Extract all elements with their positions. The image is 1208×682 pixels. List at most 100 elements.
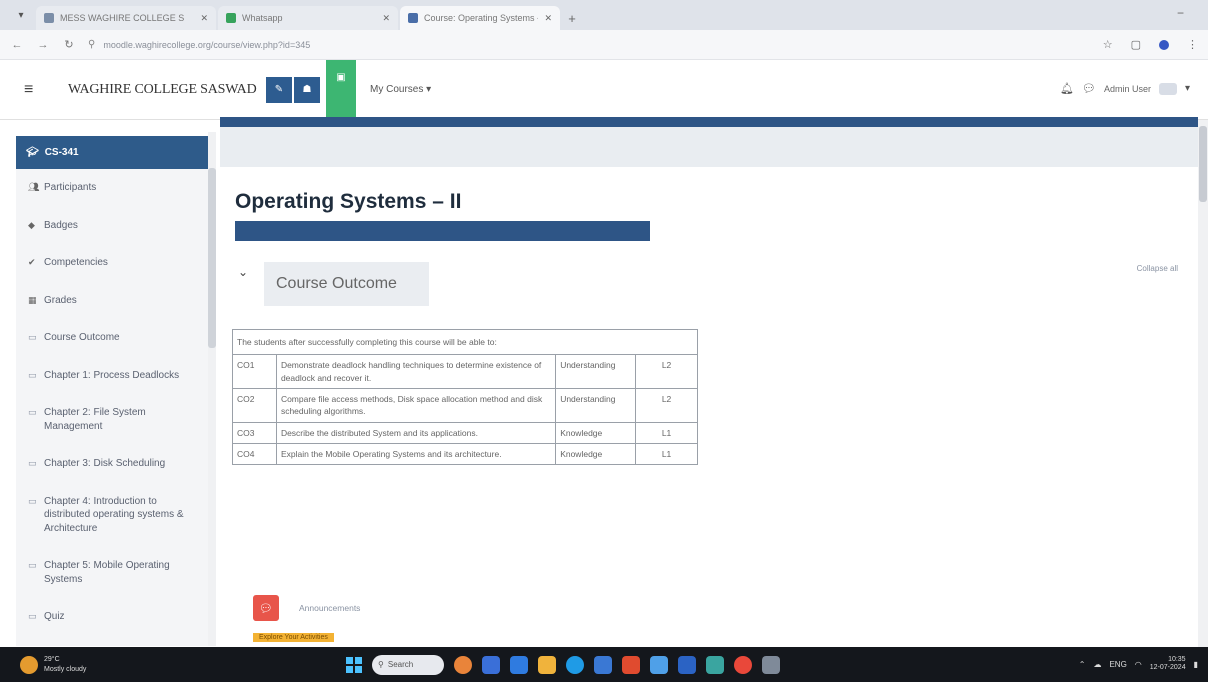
close-tab-icon[interactable]: ✕ bbox=[200, 13, 208, 24]
url-text: moodle.waghirecollege.org/course/view.ph… bbox=[103, 39, 311, 50]
sidebar-item-grades[interactable]: ▦ Grades bbox=[16, 286, 216, 316]
outcome-description: Explain the Mobile Operating Systems and… bbox=[275, 442, 557, 466]
avatar[interactable] bbox=[1158, 82, 1177, 95]
table-row: CO1 Demonstrate deadlock handling techni… bbox=[232, 354, 698, 389]
sidebar-item-chapter-2[interactable]: ▭ Chapter 2: File System Management bbox=[16, 398, 216, 441]
forward-icon[interactable]: → bbox=[36, 39, 50, 51]
messages-icon[interactable]: 💬︎ bbox=[1082, 82, 1096, 95]
url-field[interactable]: ⚲ moodle.waghirecollege.org/course/view.… bbox=[88, 35, 1091, 55]
weather-icon bbox=[20, 655, 38, 674]
file-explorer-icon[interactable] bbox=[510, 655, 528, 674]
search-icon: ⚲ bbox=[378, 660, 384, 669]
forum-icon[interactable]: 💬︎ bbox=[253, 595, 279, 621]
tab-favicon-icon bbox=[44, 13, 54, 23]
collapse-all-link[interactable]: Collapse all bbox=[1137, 264, 1178, 273]
site-info-icon[interactable]: ⚲ bbox=[88, 39, 95, 50]
windows-start-icon[interactable] bbox=[346, 656, 362, 673]
word-icon[interactable] bbox=[678, 655, 696, 674]
folder-icon: ▭ bbox=[28, 369, 37, 380]
sidebar-item-participants[interactable]: 👥︎ Participants bbox=[16, 173, 216, 203]
site-name[interactable]: WAGHIRE COLLEGE SASWAD bbox=[68, 82, 263, 98]
site-navbar: ≡ WAGHIRE COLLEGE SASWAD ✎ ☗ ▣ My Course… bbox=[0, 59, 1208, 120]
minimize-window-button[interactable]: − bbox=[1177, 6, 1184, 20]
drawer-toggle-icon[interactable]: ≡ bbox=[24, 81, 60, 99]
sidebar-item-badges[interactable]: ◆ Badges bbox=[16, 211, 216, 241]
sidepanel-icon[interactable]: ▢ bbox=[1131, 38, 1141, 51]
browser-tab-1[interactable]: MESS WAGHIRE COLLEGE S ✕ bbox=[36, 6, 216, 30]
task-view-icon[interactable] bbox=[482, 655, 500, 674]
notification-bell-icon[interactable]: 🔔︎ bbox=[1060, 82, 1074, 95]
sidebar-item-label: Chapter 1: Process Deadlocks bbox=[44, 369, 180, 381]
app-icon[interactable] bbox=[762, 655, 780, 674]
sidebar-item-label: Course Outcome bbox=[44, 332, 120, 343]
my-courses-menu[interactable]: My Courses ▾ bbox=[370, 84, 431, 95]
tab-list-icon[interactable]: ▾ bbox=[10, 4, 32, 26]
folder-icon: ▭ bbox=[28, 611, 37, 621]
section-title[interactable]: Course Outcome bbox=[264, 262, 429, 306]
sidebar-item-course-outcome[interactable]: ▭ Course Outcome bbox=[16, 323, 216, 353]
language-indicator[interactable]: ENG bbox=[1109, 660, 1126, 669]
outcome-code: CO2 bbox=[232, 387, 277, 423]
back-icon[interactable]: ← bbox=[10, 39, 24, 51]
sidebar-item-chapter-3[interactable]: ▭ Chapter 3: Disk Scheduling bbox=[16, 449, 216, 479]
user-name[interactable]: Admin User bbox=[1104, 84, 1151, 94]
copilot-icon[interactable] bbox=[454, 655, 472, 674]
weather-widget[interactable]: 29°C Mostly cloudy bbox=[20, 655, 320, 674]
chevron-up-icon[interactable]: ⌃ bbox=[1079, 660, 1086, 669]
settings-icon[interactable] bbox=[650, 655, 668, 674]
edge-icon[interactable] bbox=[566, 655, 584, 674]
user-menu-chevron-icon[interactable]: ▾ bbox=[1185, 83, 1190, 94]
network-icon[interactable]: ☁ bbox=[1093, 660, 1101, 669]
header-blue-strip bbox=[220, 117, 1198, 127]
chevron-down-icon[interactable]: ⌄ bbox=[238, 265, 248, 279]
page-header-band bbox=[220, 127, 1198, 167]
table-row: The students after successfully completi… bbox=[232, 328, 698, 356]
badge-icon: ◆ bbox=[28, 219, 35, 230]
outcome-level: Understanding bbox=[555, 354, 637, 389]
profile-icon[interactable] bbox=[1159, 39, 1169, 50]
activity-name[interactable]: Announcements bbox=[299, 603, 360, 613]
taskbar-search-input[interactable]: ⚲ Search bbox=[372, 654, 444, 675]
users-icon[interactable]: ☗ bbox=[294, 76, 320, 103]
office-icon[interactable] bbox=[622, 655, 640, 674]
folder-icon: ▭ bbox=[28, 458, 37, 468]
photos-icon[interactable] bbox=[706, 655, 724, 674]
outcome-code: CO1 bbox=[232, 354, 277, 389]
activity-item[interactable]: 💬︎ Announcements Explore Your Activities bbox=[253, 595, 360, 642]
sidebar-item-competencies[interactable]: ✔ Competencies bbox=[16, 248, 216, 278]
sidebar-item-course-home[interactable]: 🎓︎ CS-341 bbox=[16, 136, 216, 169]
new-tab-button[interactable]: + bbox=[562, 6, 582, 30]
sidebar-scrollbar-thumb[interactable] bbox=[208, 168, 216, 348]
reload-icon[interactable]: ↻ bbox=[62, 38, 76, 51]
activity-badge: Explore Your Activities bbox=[253, 633, 334, 642]
sidebar-item-chapter-5[interactable]: ▭ Chapter 5: Mobile Operating Systems bbox=[16, 551, 216, 594]
search-placeholder: Search bbox=[387, 660, 414, 669]
outcome-code: CO3 bbox=[232, 421, 277, 444]
outcome-description: Compare file access methods, Disk space … bbox=[275, 387, 557, 423]
sidebar-item-chapter-1[interactable]: ▭ Chapter 1: Process Deadlocks bbox=[16, 361, 216, 391]
notification-icon[interactable]: ▮ bbox=[1194, 660, 1198, 669]
dashboard-icon[interactable]: ▣ bbox=[326, 59, 356, 120]
store-icon[interactable] bbox=[594, 655, 612, 674]
sidebar-item-label: Chapter 4: Introduction to distributed o… bbox=[44, 495, 184, 534]
browser-tab-2[interactable]: Whatsapp ✕ bbox=[218, 6, 398, 30]
page-scrollbar-thumb[interactable] bbox=[1199, 126, 1207, 202]
folder-icon: ▭ bbox=[28, 332, 37, 342]
sidebar-item-label: CS-341 bbox=[44, 147, 79, 158]
browser-menu-icon[interactable]: ⋮ bbox=[1187, 38, 1198, 51]
browser-tab-3[interactable]: Course: Operating Systems - II ✕ bbox=[400, 6, 560, 30]
edit-icon[interactable]: ✎ bbox=[266, 76, 292, 103]
sidebar-item-quiz[interactable]: ▭ Quiz bbox=[16, 602, 216, 632]
sidebar-item-chapter-4[interactable]: ▭ Chapter 4: Introduction to distributed… bbox=[16, 487, 216, 544]
wifi-icon[interactable]: ◠ bbox=[1135, 660, 1142, 669]
chrome-icon[interactable] bbox=[734, 655, 752, 674]
clock[interactable]: 10:35 12-07-2024 bbox=[1150, 656, 1186, 673]
course-index-sidebar: 🎓︎ CS-341 👥︎ Participants ◆ Badges ✔ Com… bbox=[16, 136, 216, 646]
tab-favicon-icon bbox=[408, 13, 418, 23]
graduation-cap-icon: 🎓︎ bbox=[26, 147, 39, 158]
folder-icon[interactable] bbox=[538, 655, 556, 674]
close-tab-icon[interactable]: ✕ bbox=[544, 13, 552, 24]
sidebar-item-label: Chapter 3: Disk Scheduling bbox=[44, 458, 166, 469]
close-tab-icon[interactable]: ✕ bbox=[382, 13, 390, 24]
bookmark-star-icon[interactable]: ☆ bbox=[1103, 38, 1113, 51]
